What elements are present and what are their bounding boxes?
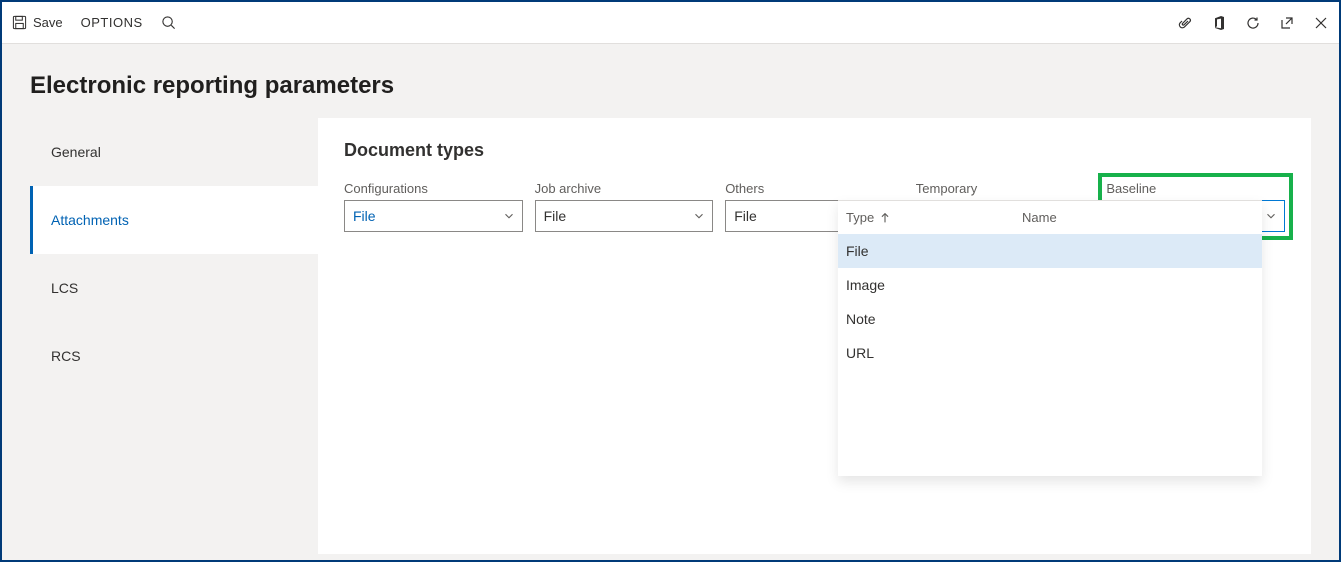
field-label: Baseline (1106, 181, 1285, 196)
combo-value: File (544, 208, 567, 224)
tab-general[interactable]: General (30, 118, 318, 186)
lookup-item-type: Note (846, 311, 876, 327)
job-archive-field: Job archive File (535, 181, 714, 232)
lookup-col-name[interactable]: Name (1022, 210, 1254, 225)
lookup-col-type[interactable]: Type (846, 210, 1022, 225)
chevron-down-icon (502, 209, 516, 223)
options-label: OPTIONS (81, 15, 143, 30)
field-label: Job archive (535, 181, 714, 196)
section-title: Document types (344, 140, 1285, 161)
lookup-item-type: File (846, 243, 869, 259)
lookup-col-name-label: Name (1022, 210, 1057, 225)
main-panel: Document types Configurations File Job a… (318, 118, 1311, 554)
configurations-combo[interactable]: File (344, 200, 523, 232)
command-bar: Save OPTIONS (2, 2, 1339, 44)
lookup-item[interactable]: URL (838, 336, 1262, 370)
close-icon[interactable] (1313, 15, 1329, 31)
workspace: Electronic reporting parameters General … (2, 44, 1339, 560)
lookup-item[interactable]: Image (838, 268, 1262, 302)
sort-ascending-icon (878, 211, 892, 225)
popout-icon[interactable] (1279, 15, 1295, 31)
save-button[interactable]: Save (12, 15, 63, 30)
field-label: Temporary (916, 181, 1095, 196)
attachments-icon[interactable] (1177, 15, 1193, 31)
field-label: Configurations (344, 181, 523, 196)
lookup-item-type: URL (846, 345, 874, 361)
lookup-header: Type Name (838, 201, 1262, 234)
configurations-field: Configurations File (344, 181, 523, 232)
lookup-col-type-label: Type (846, 210, 874, 225)
tab-label: LCS (51, 280, 78, 296)
lookup-item-type: Image (846, 277, 885, 293)
tab-label: Attachments (51, 212, 129, 228)
combo-value: File (353, 208, 376, 224)
job-archive-combo[interactable]: File (535, 200, 714, 232)
options-button[interactable]: OPTIONS (81, 15, 143, 30)
search-icon (161, 15, 176, 30)
tab-rcs[interactable]: RCS (30, 322, 318, 390)
tab-lcs[interactable]: LCS (30, 254, 318, 322)
save-icon (12, 15, 27, 30)
lookup-empty-space (838, 370, 1262, 476)
tab-label: RCS (51, 348, 81, 364)
command-bar-right (1177, 15, 1329, 31)
office-icon[interactable] (1211, 15, 1227, 31)
field-label: Others (725, 181, 904, 196)
command-bar-left: Save OPTIONS (12, 15, 176, 30)
combo-value: File (734, 208, 757, 224)
baseline-lookup: Type Name File Image Note (838, 200, 1262, 476)
tab-list: General Attachments LCS RCS (30, 118, 318, 554)
refresh-icon[interactable] (1245, 15, 1261, 31)
tab-attachments[interactable]: Attachments (30, 186, 318, 254)
chevron-down-icon (692, 209, 706, 223)
lookup-item[interactable]: File (838, 234, 1262, 268)
content-row: General Attachments LCS RCS Document typ… (30, 118, 1311, 554)
page-title: Electronic reporting parameters (30, 72, 1311, 100)
chevron-down-icon (1264, 209, 1278, 223)
lookup-item[interactable]: Note (838, 302, 1262, 336)
search-button[interactable] (161, 15, 176, 30)
tab-label: General (51, 144, 101, 160)
save-label: Save (33, 15, 63, 30)
